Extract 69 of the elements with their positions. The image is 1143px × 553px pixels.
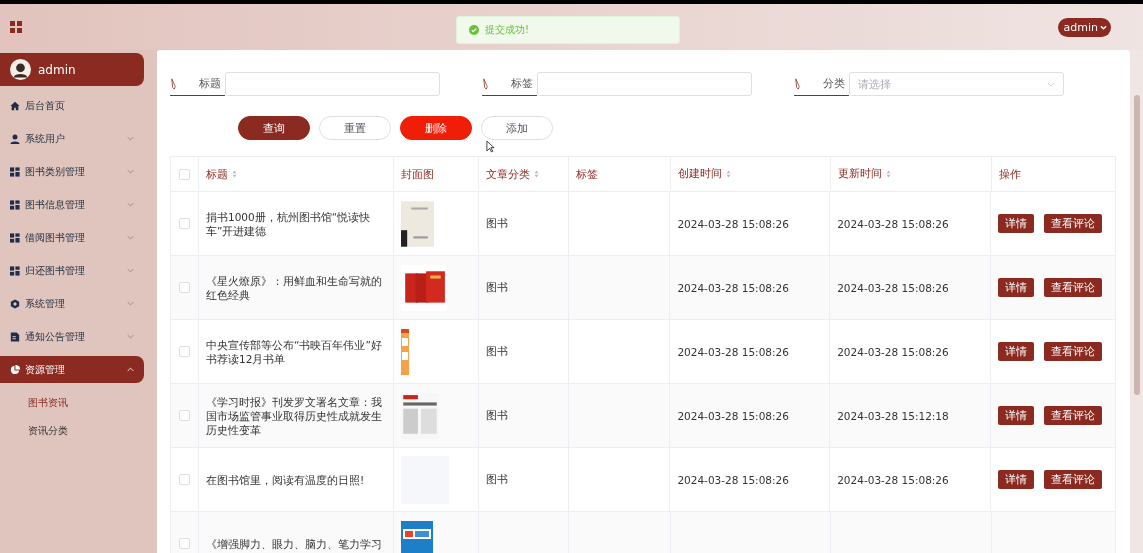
- article-title: 《增强脚力、眼力、脑力、笔力学习: [206, 536, 382, 551]
- nav-item[interactable]: 系统用户: [0, 125, 144, 152]
- column-header: 标题: [206, 166, 228, 182]
- row-action-button[interactable]: 查看评论: [1044, 278, 1102, 297]
- filter-label-text: 标签: [511, 76, 533, 91]
- article-title: 在图书馆里，阅读有温度的日照!: [205, 472, 365, 487]
- row-action-button[interactable]: 详情: [998, 214, 1034, 233]
- column-header: 封面图: [401, 166, 434, 182]
- nav-label: 图书类别管理: [25, 164, 85, 179]
- column-header: 文章分类: [486, 166, 530, 182]
- user-name: admin: [38, 62, 76, 77]
- column-header: 操作: [999, 166, 1021, 182]
- article-title: 捐书1000册，杭州图书馆“悦读快车”开进建德: [205, 209, 372, 238]
- updated-time: 2024-03-28 15:08:26: [837, 217, 949, 230]
- nav-item[interactable]: 通知公告管理: [0, 323, 144, 350]
- column-header: 标签: [576, 166, 598, 182]
- nav-item[interactable]: 后台首页: [0, 92, 144, 119]
- article-title: 中央宣传部等公布“书映百年伟业”好书荐读12月书单: [205, 337, 383, 366]
- category-text: 图书: [485, 280, 508, 295]
- nav-item[interactable]: 系统管理: [0, 290, 144, 317]
- category-text: 图书: [485, 408, 508, 423]
- action-button[interactable]: 添加: [481, 116, 553, 140]
- nav-item[interactable]: 归还图书管理: [0, 257, 144, 284]
- submenu-item[interactable]: 图书资讯: [0, 389, 157, 417]
- select-placeholder: 请选择: [858, 76, 891, 92]
- nav-label: 后台首页: [25, 98, 65, 113]
- nav-label: 借阅图书管理: [25, 230, 85, 245]
- action-button[interactable]: 查询: [238, 116, 310, 140]
- row-action-button[interactable]: 详情: [998, 342, 1034, 361]
- created-time: 2024-03-28 15:08:26: [677, 409, 789, 422]
- category-text: 图书: [485, 216, 508, 231]
- row-action-button[interactable]: 查看评论: [1044, 406, 1102, 425]
- nav-item[interactable]: 图书类别管理: [0, 158, 144, 185]
- nav-label: 通知公告管理: [25, 329, 85, 344]
- row-action-button[interactable]: 详情: [998, 406, 1034, 425]
- user-menu-button[interactable]: admin: [1057, 17, 1111, 37]
- nav-label: 系统管理: [25, 296, 65, 311]
- row-action-button[interactable]: 查看评论: [1044, 342, 1102, 361]
- action-button[interactable]: 删除: [400, 116, 472, 140]
- nav-item[interactable]: 资源管理: [0, 356, 144, 383]
- column-header: 更新时间: [838, 167, 882, 181]
- nav-label: 系统用户: [25, 131, 65, 146]
- nav-label: 图书信息管理: [25, 197, 85, 212]
- row-action-button[interactable]: 查看评论: [1044, 470, 1102, 489]
- article-title: 《星火燎原》：用鲜血和生命写就的红色经典: [205, 273, 383, 302]
- nav-label: 资源管理: [25, 362, 65, 377]
- row-action-button[interactable]: 查看评论: [1044, 214, 1102, 233]
- column-header: 创建时间: [678, 167, 722, 181]
- updated-time: 2024-03-28 15:12:18: [837, 409, 949, 422]
- updated-time: 2024-03-28 15:08:26: [837, 345, 949, 358]
- filter-label-text: 分类: [823, 76, 845, 91]
- toast-message: 提交成功!: [485, 23, 529, 37]
- article-title: 《学习时报》刊发罗文署名文章：我国市场监管事业取得历史性成就发生历史性变革: [205, 394, 383, 437]
- row-action-button[interactable]: 详情: [998, 470, 1034, 489]
- filter-label-text: 标题: [199, 76, 221, 91]
- created-time: 2024-03-28 15:08:26: [677, 345, 789, 358]
- category-text: 图书: [485, 344, 508, 359]
- action-button[interactable]: 重置: [319, 116, 391, 140]
- updated-time: 2024-03-28 15:08:26: [837, 473, 949, 486]
- created-time: 2024-03-28 15:08:26: [677, 217, 789, 230]
- nav-item[interactable]: 借阅图书管理: [0, 224, 144, 251]
- nav-item[interactable]: 图书信息管理: [0, 191, 144, 218]
- row-action-button[interactable]: 详情: [998, 278, 1034, 297]
- category-text: 图书: [485, 472, 508, 487]
- nav-label: 归还图书管理: [25, 263, 85, 278]
- created-time: 2024-03-28 15:08:26: [677, 473, 789, 486]
- created-time: 2024-03-28 15:08:26: [677, 281, 789, 294]
- updated-time: 2024-03-28 15:08:26: [837, 281, 949, 294]
- submenu-item[interactable]: 资讯分类: [0, 417, 157, 445]
